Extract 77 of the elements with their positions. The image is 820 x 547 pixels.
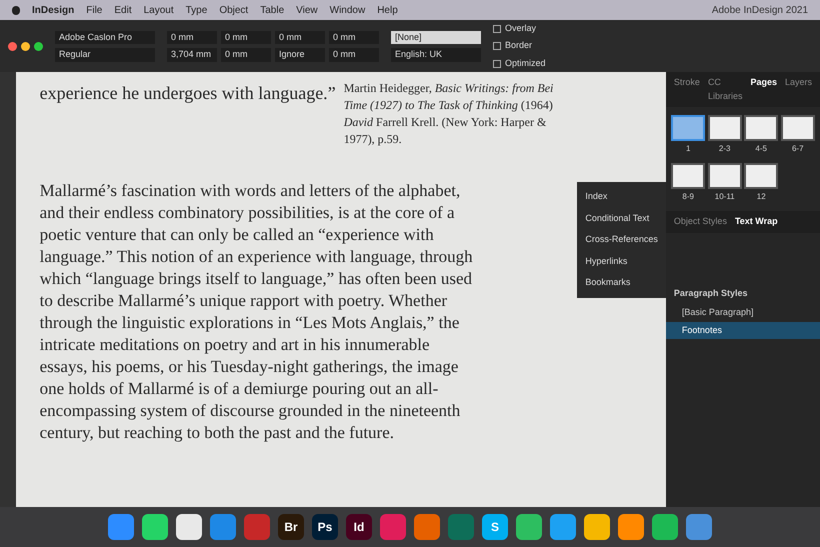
app-icon[interactable]: Ps: [312, 514, 338, 540]
value-field[interactable]: Ignore: [275, 48, 325, 62]
menu-item[interactable]: View: [296, 2, 318, 18]
page-thumbnail[interactable]: [780, 115, 815, 141]
value-field[interactable]: 0 mm: [221, 30, 271, 44]
checkbox[interactable]: [493, 42, 501, 50]
panel-menu-item[interactable]: Index: [577, 186, 666, 208]
checkbox-label: Border: [505, 39, 532, 52]
app-icon[interactable]: [584, 514, 610, 540]
paragraph-style-field[interactable]: [None]: [391, 30, 481, 44]
body-paragraph: Mallarmé’s fascination with words and letters of the alphabet, and their endless combinatory possibilities, is at the core of a poetic venture that can only be called an “experience with language.” This notion of an experience with language, through which “language brings itself to language,” has often been used to describe Mallarmé’s unique rapport with poetry. Whether through the linguistic explorations in “Les Mots Anglais,” the intricate meditations on poetry and art in his innumerable essays, his poems, or his Tuesday-night gatherings, the image one holds of Mallarmé is of a demiurge pouring out an all-encompassing system of discourse grounded in the nineteenth century, but reaching to both the past and the future.: [40, 180, 474, 444]
menu-item[interactable]: Layout: [144, 2, 174, 18]
page-number: 10-11: [714, 191, 735, 203]
panel-menu-item[interactable]: Bookmarks: [577, 272, 666, 294]
page-number: 4-5: [755, 143, 767, 155]
app-icon[interactable]: [142, 514, 168, 540]
checkbox-label: Overlay: [505, 22, 536, 35]
page-thumbnail[interactable]: [671, 163, 706, 189]
menu-item[interactable]: File: [86, 2, 102, 18]
font-field[interactable]: Adobe Caslon Pro: [55, 30, 155, 44]
panel-tab[interactable]: CC Libraries: [708, 76, 742, 103]
page-number: 6-7: [792, 143, 804, 155]
panel-tab[interactable]: Layers: [784, 76, 812, 103]
window-title: Adobe InDesign 2021: [712, 4, 808, 18]
value-field[interactable]: 0 mm: [329, 30, 379, 44]
value-field[interactable]: 0 mm: [329, 48, 379, 62]
app-icon[interactable]: [618, 514, 644, 540]
footnote-line: Time (1927) to The Task of Thinking (1964): [344, 97, 554, 114]
page-thumbnail[interactable]: [708, 163, 742, 189]
page-number: 1: [686, 143, 690, 155]
footnote-line: 1977), p.59.: [344, 131, 403, 148]
minimize-icon[interactable]: [21, 42, 30, 50]
panel-tab[interactable]: Text Wrap: [734, 215, 778, 228]
panel-menu-item[interactable]: Cross-References: [577, 229, 666, 250]
menu-item[interactable]: Object: [219, 2, 248, 18]
value-field[interactable]: 0 mm: [221, 48, 271, 62]
panel-tab[interactable]: Object Styles: [674, 215, 727, 228]
value-field[interactable]: 0 mm: [167, 30, 217, 44]
app-icon[interactable]: Id: [346, 514, 372, 540]
zoom-icon[interactable]: [34, 42, 43, 50]
page-number: 2-3: [718, 143, 730, 155]
panel-title: Paragraph Styles: [672, 286, 748, 300]
value-field[interactable]: 0 mm: [275, 30, 325, 44]
panel-menu-item[interactable]: Conditional Text: [577, 208, 666, 229]
value-field[interactable]: 3,704 mm: [167, 48, 217, 62]
app-icon[interactable]: [176, 514, 202, 540]
footnote-line: Martin Heidegger, Basic Writings: from Bei: [344, 80, 554, 97]
app-icon[interactable]: [550, 514, 576, 540]
menu-item[interactable]: Type: [186, 2, 208, 18]
menu-item[interactable]: Edit: [114, 2, 132, 18]
page-number: 12: [756, 191, 766, 203]
checkbox-label: Optimized: [505, 56, 546, 70]
font-style-field[interactable]: Regular: [55, 48, 155, 62]
language-field[interactable]: English: UK: [391, 48, 481, 62]
app-icon[interactable]: [516, 514, 542, 540]
menu-item[interactable]: Table: [260, 2, 284, 18]
close-icon[interactable]: [8, 42, 17, 50]
page-number: 8-9: [682, 191, 694, 203]
menu-item[interactable]: InDesign: [32, 2, 74, 18]
app-icon[interactable]: Br: [278, 514, 304, 540]
page-thumbnail[interactable]: [671, 115, 706, 141]
style-list-item[interactable]: Footnotes: [666, 322, 820, 339]
page-thumbnail[interactable]: [708, 115, 742, 141]
panel-tab[interactable]: Stroke: [674, 76, 700, 103]
page-thumbnail[interactable]: [744, 115, 778, 141]
footnote-line: David Farrell Krell. (New York: Harper &: [344, 114, 548, 131]
app-icon[interactable]: [652, 514, 678, 540]
checkbox[interactable]: [493, 24, 501, 32]
body-text: experience he undergoes with language.: [40, 82, 328, 105]
panel-menu-item[interactable]: Hyperlinks: [577, 250, 666, 272]
style-list-item[interactable]: [Basic Paragraph]: [666, 304, 820, 322]
checkbox[interactable]: [493, 60, 501, 68]
panel-tab[interactable]: Pages: [750, 76, 777, 103]
menu-item[interactable]: Window: [330, 2, 366, 18]
menu-item[interactable]: Help: [377, 2, 398, 18]
page-thumbnail[interactable]: [744, 163, 778, 189]
footnote-quote-mark: ”: [328, 82, 336, 105]
